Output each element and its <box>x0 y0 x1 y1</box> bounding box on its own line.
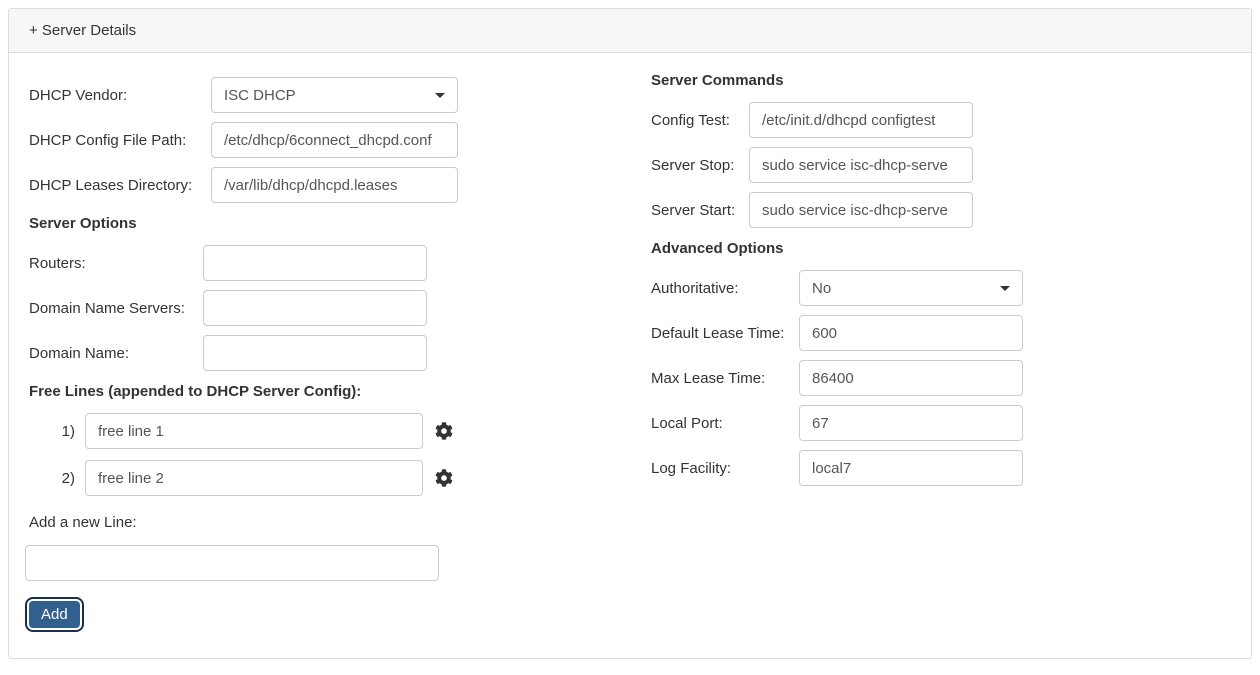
domain-name-servers-input[interactable] <box>203 290 427 326</box>
authoritative-selected-value: No <box>812 280 831 297</box>
routers-input[interactable] <box>203 245 427 281</box>
form-row-max-lease: Max Lease Time: <box>651 360 1231 396</box>
server-options-heading: Server Options <box>29 215 651 232</box>
dhcp-leases-dir-label: DHCP Leases Directory: <box>29 177 211 194</box>
domain-name-label: Domain Name: <box>29 345 203 362</box>
free-line-row-1: 1) <box>29 413 651 449</box>
local-port-label: Local Port: <box>651 415 799 432</box>
free-lines-heading: Free Lines (appended to DHCP Server Conf… <box>29 383 651 400</box>
log-facility-label: Log Facility: <box>651 460 799 477</box>
form-row-default-lease: Default Lease Time: <box>651 315 1231 351</box>
server-stop-label: Server Stop: <box>651 157 749 174</box>
free-line-row-2: 2) <box>29 460 651 496</box>
max-lease-time-label: Max Lease Time: <box>651 370 799 387</box>
log-facility-input[interactable] <box>799 450 1023 486</box>
form-row-routers: Routers: <box>29 245 651 281</box>
server-start-label: Server Start: <box>651 202 749 219</box>
caret-down-icon <box>1000 286 1010 291</box>
form-row-server-start: Server Start: <box>651 192 1231 228</box>
form-row-config-test: Config Test: <box>651 102 1231 138</box>
local-port-input[interactable] <box>799 405 1023 441</box>
domain-name-servers-label: Domain Name Servers: <box>29 300 203 317</box>
add-new-line-label: Add a new Line: <box>29 514 651 531</box>
server-details-panel: + Server Details DHCP Vendor: ISC DHCP D… <box>8 8 1252 659</box>
advanced-options-heading: Advanced Options <box>651 240 1231 257</box>
caret-down-icon <box>435 93 445 98</box>
free-line-1-input[interactable] <box>85 413 423 449</box>
dhcp-vendor-select[interactable]: ISC DHCP <box>211 77 458 113</box>
gear-icon[interactable] <box>435 422 453 440</box>
config-test-label: Config Test: <box>651 112 749 129</box>
authoritative-select[interactable]: No <box>799 270 1023 306</box>
form-row-server-stop: Server Stop: <box>651 147 1231 183</box>
form-row-authoritative: Authoritative: No <box>651 270 1231 306</box>
domain-name-input[interactable] <box>203 335 427 371</box>
form-row-log-facility: Log Facility: <box>651 450 1231 486</box>
authoritative-label: Authoritative: <box>651 280 799 297</box>
form-row-dns: Domain Name Servers: <box>29 290 651 326</box>
gear-icon[interactable] <box>435 469 453 487</box>
default-lease-time-input[interactable] <box>799 315 1023 351</box>
dhcp-vendor-selected-value: ISC DHCP <box>224 87 296 104</box>
free-line-2-input[interactable] <box>85 460 423 496</box>
dhcp-vendor-label: DHCP Vendor: <box>29 87 211 104</box>
free-line-2-number: 2) <box>55 470 75 487</box>
default-lease-time-label: Default Lease Time: <box>651 325 799 342</box>
max-lease-time-input[interactable] <box>799 360 1023 396</box>
config-test-input[interactable] <box>749 102 973 138</box>
panel-body: DHCP Vendor: ISC DHCP DHCP Config File P… <box>9 53 1251 628</box>
form-row-leases-dir: DHCP Leases Directory: <box>29 167 651 203</box>
add-button[interactable]: Add <box>29 601 80 628</box>
form-row-domain-name: Domain Name: <box>29 335 651 371</box>
server-details-header[interactable]: + Server Details <box>9 9 1251 53</box>
server-commands-heading: Server Commands <box>651 72 1231 89</box>
panel-title: + Server Details <box>29 22 136 39</box>
form-row-config-path: DHCP Config File Path: <box>29 122 651 158</box>
free-line-1-number: 1) <box>55 423 75 440</box>
right-column: Server Commands Config Test: Server Stop… <box>651 72 1231 628</box>
server-stop-input[interactable] <box>749 147 973 183</box>
left-column: DHCP Vendor: ISC DHCP DHCP Config File P… <box>29 77 651 628</box>
dhcp-leases-dir-input[interactable] <box>211 167 458 203</box>
dhcp-config-path-input[interactable] <box>211 122 458 158</box>
routers-label: Routers: <box>29 255 203 272</box>
form-row-local-port: Local Port: <box>651 405 1231 441</box>
server-start-input[interactable] <box>749 192 973 228</box>
dhcp-config-path-label: DHCP Config File Path: <box>29 132 211 149</box>
add-new-line-input[interactable] <box>25 545 439 581</box>
form-row-dhcp-vendor: DHCP Vendor: ISC DHCP <box>29 77 651 113</box>
